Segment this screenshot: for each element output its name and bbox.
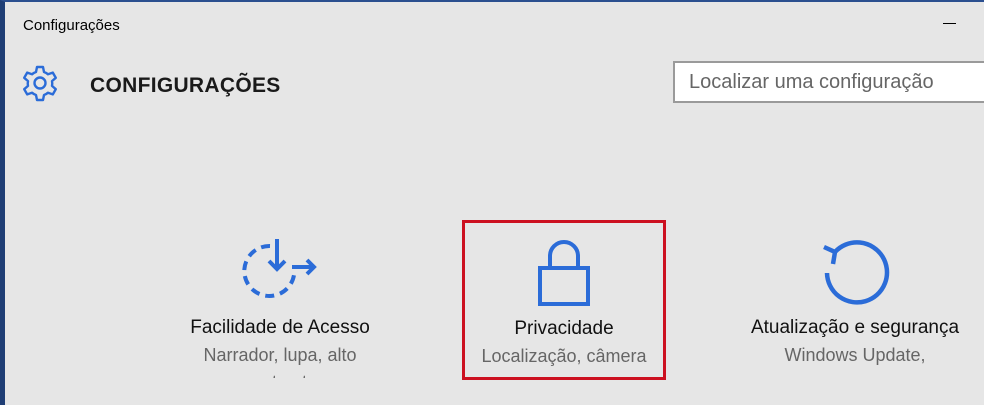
refresh-icon xyxy=(823,240,890,305)
window-title: Configurações xyxy=(23,17,120,34)
tile-ease-of-access-description: Narrador, lupa, alto xyxy=(203,345,357,365)
tile-ease-of-access-description-cont: contraste xyxy=(170,372,390,378)
tile-privacy-label: Privacidade xyxy=(514,318,614,339)
ease-of-access-icon xyxy=(242,239,317,298)
tile-ease-of-access[interactable]: Facilidade de Acesso Narrador, lupa, alt… xyxy=(170,217,390,378)
tile-update-security-label: Atualização e segurança xyxy=(750,317,960,338)
minimize-button[interactable] xyxy=(943,23,956,24)
tile-update-security[interactable]: Atualização e segurança Windows Update, xyxy=(720,217,984,377)
tile-update-security-description: Windows Update, xyxy=(784,345,926,365)
settings-header: CONFIGURAÇÕES xyxy=(5,54,984,114)
tile-ease-of-access-label: Facilidade de Acesso xyxy=(190,317,370,338)
tile-privacy-description: Localização, câmera xyxy=(481,346,647,366)
settings-window: Configurações CONFIGURAÇÕES Facilidade d… xyxy=(0,0,984,405)
tile-privacy[interactable]: Privacidade Localização, câmera xyxy=(462,220,666,380)
search-input[interactable] xyxy=(673,61,984,103)
gear-icon xyxy=(23,65,57,102)
page-title: CONFIGURAÇÕES xyxy=(90,74,281,97)
title-bar: Configurações xyxy=(5,2,984,46)
lock-icon xyxy=(538,240,590,306)
